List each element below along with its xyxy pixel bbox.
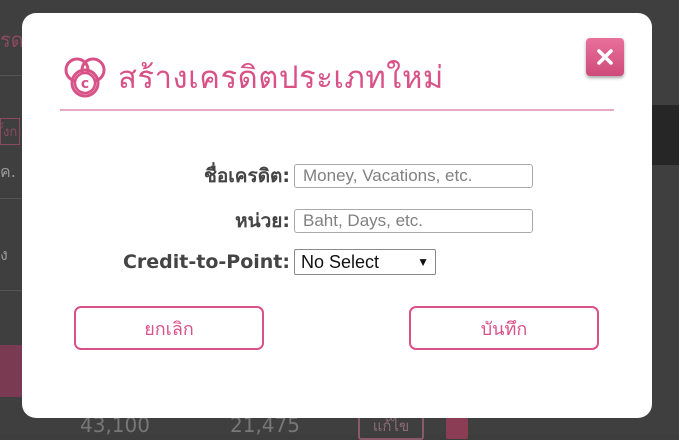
background-divider	[0, 290, 22, 291]
credit-name-label: ชื่อเครดิต:	[204, 165, 290, 187]
save-button[interactable]: บันทึก	[409, 306, 599, 350]
dialog-header: c สร้างเครดิตประเภทใหม่	[60, 53, 444, 103]
unit-row: หน่วย:	[58, 206, 533, 236]
background-text: ั้งก	[0, 118, 21, 145]
svg-text:c: c	[81, 76, 89, 92]
chevron-down-icon: ▼	[417, 255, 429, 269]
credit-to-point-selected-value: No Select	[301, 251, 380, 272]
background-thumbnail	[652, 105, 679, 165]
credit-to-point-label: Credit-to-Point:	[122, 251, 290, 273]
credit-name-input[interactable]	[294, 164, 533, 188]
background-text: ง	[0, 245, 8, 264]
dialog-title: สร้างเครดิตประเภทใหม่	[118, 59, 444, 96]
background-pink-block	[0, 345, 22, 397]
credit-c-icon: c	[64, 57, 106, 98]
close-button[interactable]	[586, 38, 624, 76]
background-divider	[0, 198, 22, 199]
credit-to-point-row: Credit-to-Point: No Select ▼	[58, 249, 436, 275]
background-text: รด	[0, 28, 24, 52]
unit-label: หน่วย:	[235, 210, 290, 232]
unit-input[interactable]	[294, 209, 533, 233]
cancel-button-label: ยกเลิก	[144, 318, 194, 340]
background-divider	[0, 75, 22, 76]
cancel-button[interactable]: ยกเลิก	[74, 306, 264, 350]
credit-name-row: ชื่อเครดิต:	[58, 161, 533, 191]
close-icon	[597, 49, 613, 65]
credit-to-point-select[interactable]: No Select ▼	[294, 249, 436, 275]
create-credit-dialog: c สร้างเครดิตประเภทใหม่ ชื่อเครดิต: หน่ว…	[22, 13, 652, 418]
save-button-label: บันทึก	[480, 318, 528, 340]
background-delete-button	[446, 417, 468, 439]
header-divider	[60, 109, 614, 111]
background-text: ค.	[0, 162, 16, 181]
